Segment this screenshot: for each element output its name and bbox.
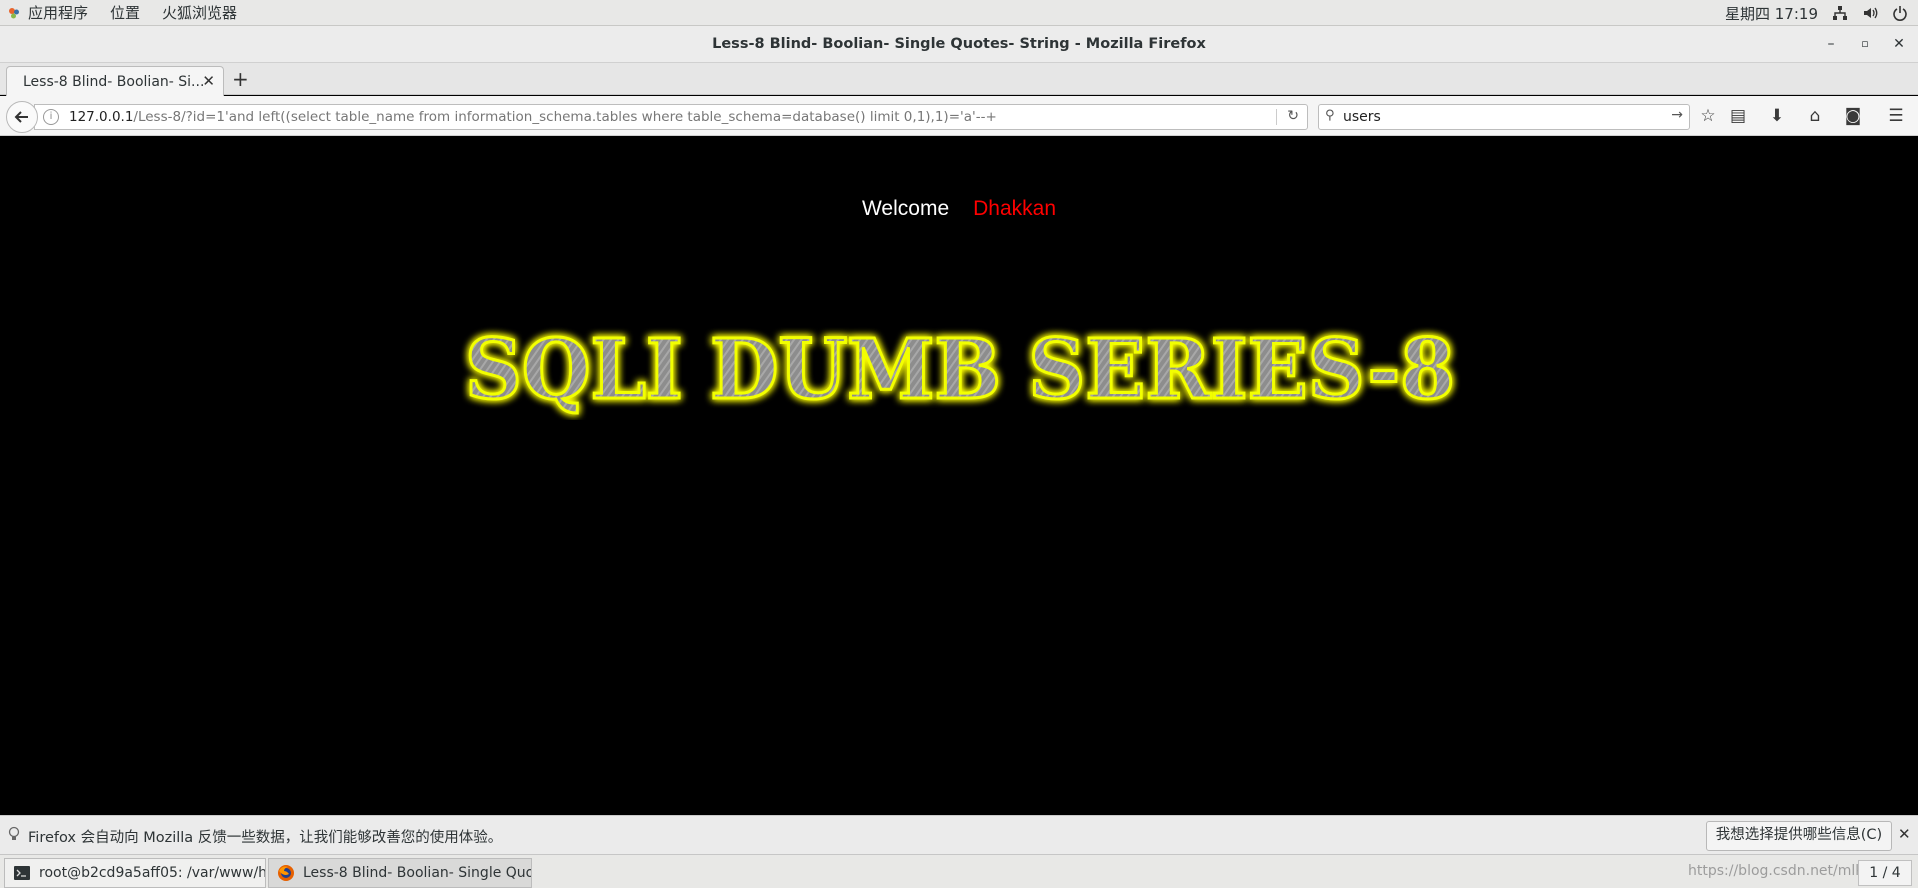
url-text: 127.0.0.1/Less-8/?id=1'and left((select …	[69, 109, 997, 125]
data-reporting-notification: Firefox 会自动向 Mozilla 反馈一些数据，让我们能够改善您的使用体…	[0, 815, 1918, 854]
window-title: Less-8 Blind- Boolian- Single Quotes- St…	[712, 36, 1206, 52]
url-host: 127.0.0.1	[69, 109, 134, 125]
url-path: /Less-8/?id=1'and left((select table_nam…	[133, 109, 997, 125]
bookmark-star-icon[interactable]: ☆	[1698, 106, 1718, 126]
back-button[interactable]	[6, 101, 38, 133]
taskbar-item-label: Less-8 Blind- Boolian- Single Quote...	[303, 865, 531, 881]
choose-what-to-share-button[interactable]: 我想选择提供哪些信息(C)	[1706, 821, 1892, 851]
tab-label: Less-8 Blind- Boolian- Si...	[23, 74, 205, 90]
gnome-top-bar: 应用程序 位置 火狐浏览器 星期四 17:19	[0, 0, 1918, 26]
taskbar-item-firefox[interactable]: Less-8 Blind- Boolian- Single Quote...	[268, 858, 532, 888]
home-icon[interactable]: ⌂	[1805, 106, 1825, 126]
power-icon[interactable]	[1892, 5, 1908, 21]
hamburger-menu-icon[interactable]: ☰	[1886, 106, 1906, 126]
welcome-name: Dhakkan	[973, 197, 1057, 220]
applications-icon	[9, 7, 19, 18]
minimize-icon[interactable]: –	[1822, 35, 1840, 53]
welcome-text: Welcome	[861, 197, 950, 220]
places-menu[interactable]: 位置	[110, 2, 140, 23]
taskbar-item-terminal[interactable]: root@b2cd9a5aff05: /var/www/ht...	[4, 858, 266, 888]
clock[interactable]: 星期四 17:19	[1725, 3, 1818, 24]
volume-icon[interactable]	[1862, 5, 1878, 21]
applications-menu[interactable]: 应用程序	[28, 2, 88, 23]
tab-close-icon[interactable]: ✕	[202, 72, 215, 90]
welcome-line: Welcome Dhakkan	[0, 197, 1918, 221]
lightbulb-icon	[8, 826, 20, 840]
url-divider	[1276, 109, 1277, 125]
back-arrow-icon	[14, 111, 28, 123]
window-list-taskbar: root@b2cd9a5aff05: /var/www/ht... Less-8…	[0, 854, 1918, 888]
banner-text: SQLI DUMB SERIES-8	[465, 322, 1455, 418]
search-go-icon[interactable]: →	[1671, 107, 1683, 123]
maximize-icon[interactable]: ▫	[1856, 35, 1874, 53]
sqli-banner-image: SQLI DUMB SERIES-8	[464, 321, 1457, 420]
url-bar[interactable]: i 127.0.0.1/Less-8/?id=1'and left((selec…	[34, 104, 1308, 130]
notification-text: Firefox 会自动向 Mozilla 反馈一些数据，让我们能够改善您的使用体…	[28, 830, 503, 846]
close-window-icon[interactable]: ✕	[1890, 35, 1908, 53]
system-tray: 星期四 17:19	[1725, 0, 1908, 26]
watermark: https://blog.csdn.net/mlkmb	[1688, 863, 1886, 879]
network-icon[interactable]	[1832, 5, 1848, 21]
search-input[interactable]: users	[1343, 109, 1381, 125]
terminal-icon	[14, 866, 30, 880]
tab-strip: Less-8 Blind- Boolian- Si... ✕ +	[0, 63, 1918, 97]
window-titlebar: Less-8 Blind- Boolian- Single Quotes- St…	[0, 26, 1918, 63]
reload-icon[interactable]: ↻	[1287, 108, 1299, 124]
workspace-indicator[interactable]: 1 / 4	[1858, 860, 1912, 886]
search-bar[interactable]: ⚲ users →	[1318, 104, 1690, 130]
notification-close-icon[interactable]: ✕	[1898, 825, 1911, 843]
tab-less-8[interactable]: Less-8 Blind- Boolian- Si... ✕	[6, 66, 224, 97]
pocket-icon[interactable]: ◙	[1843, 106, 1863, 126]
downloads-icon[interactable]: ⬇	[1767, 106, 1787, 126]
new-tab-icon[interactable]: +	[232, 67, 249, 91]
page-content: Welcome Dhakkan SQLI DUMB SERIES-8	[0, 137, 1918, 815]
bookmarks-menu-icon[interactable]: ▤	[1728, 106, 1748, 126]
navigation-toolbar: i 127.0.0.1/Less-8/?id=1'and left((selec…	[0, 96, 1918, 136]
taskbar-item-label: root@b2cd9a5aff05: /var/www/ht...	[39, 865, 266, 881]
firefox-icon	[278, 865, 294, 881]
site-info-icon[interactable]: i	[43, 109, 59, 125]
search-icon: ⚲	[1325, 108, 1335, 123]
firefox-app-menu[interactable]: 火狐浏览器	[162, 2, 237, 23]
